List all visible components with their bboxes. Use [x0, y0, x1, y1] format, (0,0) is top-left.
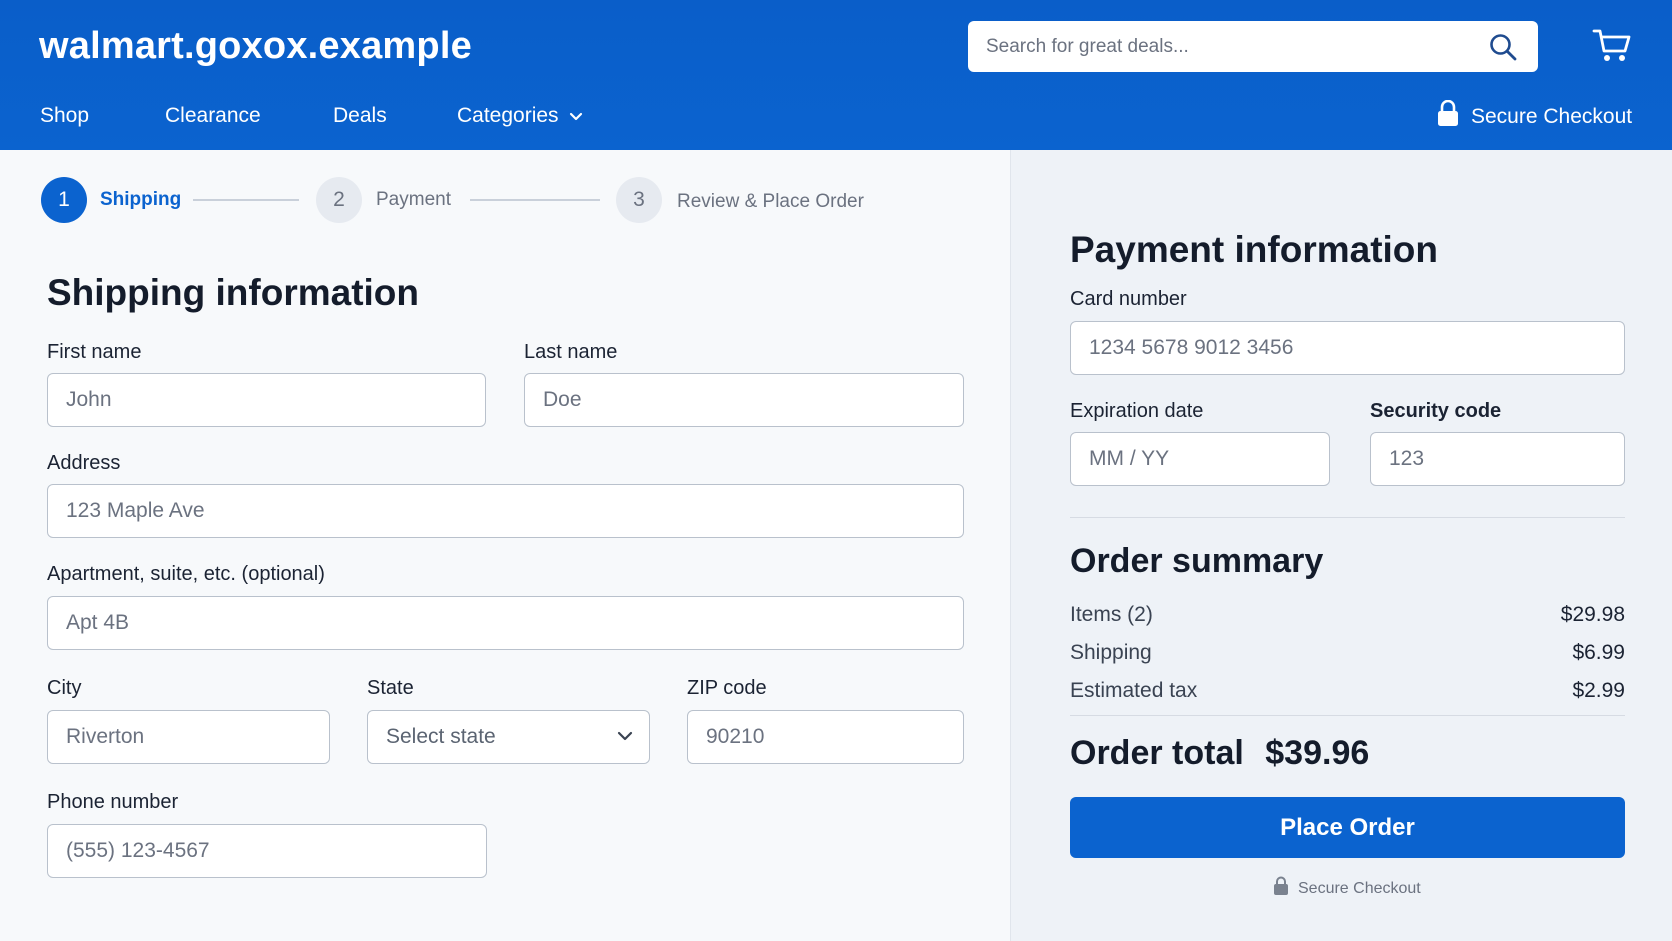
apartment-field — [47, 596, 964, 650]
phone-field — [47, 824, 487, 878]
step-3-circle[interactable]: 3 — [616, 177, 662, 223]
city-field — [47, 710, 330, 764]
step-connector — [470, 199, 600, 201]
lock-icon — [1437, 99, 1471, 133]
security-code-label: Security code — [1370, 400, 1502, 422]
search-input[interactable] — [986, 21, 1466, 72]
summary-tax-value: $2.99 — [1572, 679, 1625, 702]
step-1-label[interactable]: Shipping — [100, 189, 181, 211]
city-label: City — [47, 677, 82, 699]
zip-field — [687, 710, 964, 764]
zip-label: ZIP code — [687, 677, 767, 699]
step-2-label[interactable]: Payment — [376, 189, 451, 211]
nav-categories-label: Categories — [457, 104, 559, 127]
main-nav: Shop Clearance Deals Categories — [0, 98, 1672, 138]
apartment-input[interactable] — [48, 597, 963, 649]
order-total-value: $39.96 — [1265, 734, 1370, 772]
address-label: Address — [47, 452, 121, 474]
card-number-label: Card number — [1070, 288, 1187, 310]
phone-input[interactable] — [48, 825, 486, 877]
card-number-input[interactable] — [1071, 322, 1624, 374]
secure-checkout-note-label: Secure Checkout — [1298, 879, 1421, 897]
first-name-field — [47, 373, 486, 427]
summary-shipping-value: $6.99 — [1572, 641, 1625, 664]
secure-checkout-label: Secure Checkout — [1471, 104, 1633, 128]
last-name-field — [524, 373, 964, 427]
nav-clearance[interactable]: Clearance — [165, 104, 261, 128]
expiration-label: Expiration date — [1070, 400, 1204, 422]
nav-deals[interactable]: Deals — [333, 104, 387, 128]
expiration-input[interactable] — [1071, 433, 1329, 485]
city-input[interactable] — [48, 711, 329, 763]
cart-icon[interactable] — [1592, 27, 1632, 65]
security-code-field — [1370, 432, 1625, 486]
place-order-button[interactable]: Place Order — [1070, 797, 1625, 858]
shipping-title: Shipping information — [47, 272, 420, 313]
step-1-circle[interactable]: 1 — [41, 177, 87, 223]
last-name-input[interactable] — [525, 374, 963, 426]
summary-tax-label: Estimated tax — [1070, 679, 1198, 702]
state-label: State — [367, 677, 414, 699]
secure-checkout-header: Secure Checkout — [1437, 99, 1633, 133]
security-code-input[interactable] — [1371, 433, 1624, 485]
section-divider — [1070, 517, 1625, 518]
brand-logo[interactable]: walmart.goxox.example — [39, 25, 472, 68]
card-number-field — [1070, 321, 1625, 375]
site-header: walmart.goxox.example Shop Clearance Dea… — [0, 0, 1672, 150]
address-field — [47, 484, 964, 538]
payment-title: Payment information — [1070, 229, 1438, 270]
nav-categories[interactable]: Categories — [457, 104, 583, 128]
phone-label: Phone number — [47, 791, 179, 813]
shipping-pane — [0, 150, 1010, 941]
apartment-label: Apartment, suite, etc. (optional) — [47, 563, 325, 585]
step-3-label[interactable]: Review & Place Order — [677, 191, 864, 213]
state-select[interactable]: Select state — [367, 710, 650, 764]
step-2-circle[interactable]: 2 — [316, 177, 362, 223]
summary-items-value: $29.98 — [1560, 603, 1625, 626]
last-name-label: Last name — [524, 341, 618, 363]
order-summary-title: Order summary — [1070, 542, 1324, 580]
summary-items-label: Items (2) — [1070, 603, 1153, 626]
expiration-field — [1070, 432, 1330, 486]
lock-icon — [1273, 876, 1298, 901]
search-bar — [968, 21, 1538, 72]
zip-input[interactable] — [688, 711, 963, 763]
first-name-label: First name — [47, 341, 142, 363]
secure-checkout-note: Secure Checkout — [1273, 876, 1421, 901]
nav-shop[interactable]: Shop — [40, 104, 89, 128]
state-select-value: Select state — [386, 725, 496, 748]
chevron-down-icon — [617, 729, 633, 747]
address-input[interactable] — [48, 485, 963, 537]
first-name-input[interactable] — [48, 374, 485, 426]
order-total-label: Order total — [1070, 734, 1244, 772]
summary-divider — [1070, 715, 1625, 716]
chevron-down-icon — [569, 104, 583, 128]
summary-shipping-label: Shipping — [1070, 641, 1152, 664]
step-connector — [193, 199, 299, 201]
order-total: Order total $39.96 — [1070, 734, 1369, 773]
search-icon[interactable] — [1488, 32, 1518, 62]
